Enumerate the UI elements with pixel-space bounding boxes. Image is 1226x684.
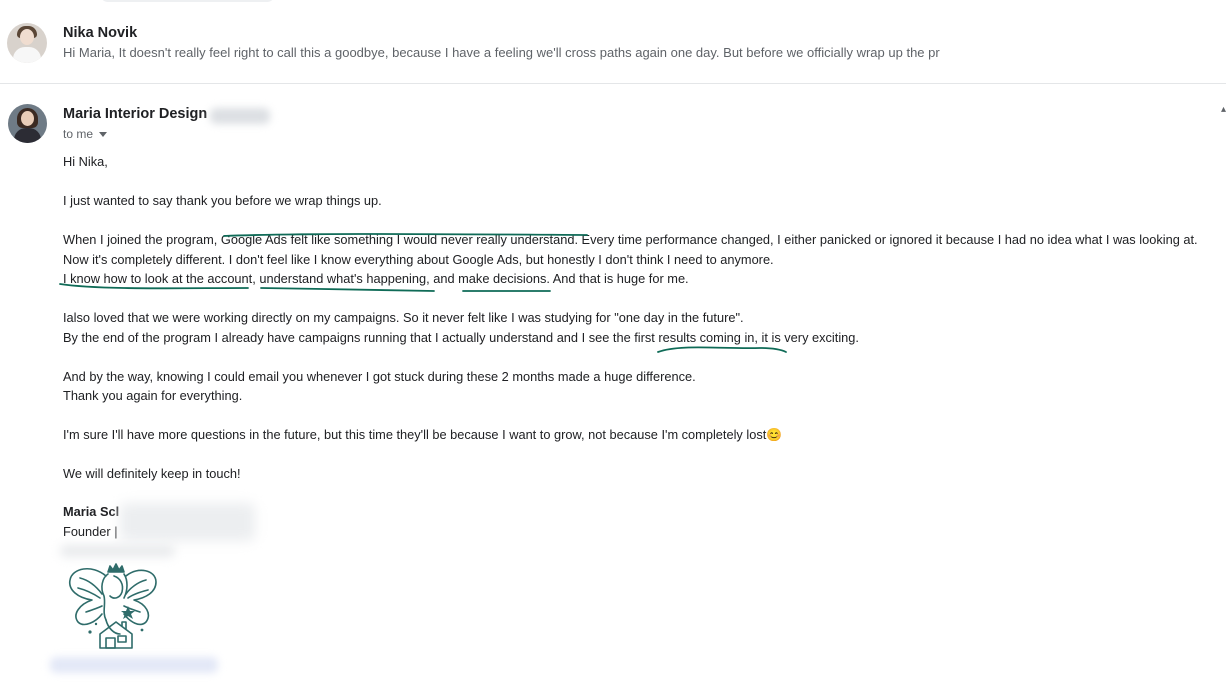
recipient-label: to me — [63, 127, 94, 141]
underline-first-results — [657, 346, 787, 353]
redacted-contact — [60, 545, 175, 557]
collapsed-snippet[interactable]: Hi Maria, It doesn't really feel right t… — [63, 45, 940, 60]
body-line: Ialso loved that we were working directl… — [63, 310, 744, 325]
body-line: I just wanted to say thank you before we… — [63, 193, 382, 208]
body-line: Thank you again for everything. — [63, 388, 243, 403]
dropdown-caret-icon[interactable] — [99, 132, 108, 138]
body-line: I'm sure I'll have more questions in the… — [63, 427, 783, 442]
avatar-maria — [8, 104, 47, 143]
body-line: When I joined the program, Google Ads fe… — [63, 232, 1198, 247]
message-divider — [0, 83, 1226, 84]
avatar-nika — [7, 23, 47, 63]
collapsed-sender-name[interactable]: Nika Novik — [63, 25, 137, 41]
body-line: Now it's completely different. I don't f… — [63, 252, 774, 267]
body-line: I know how to look at the account, under… — [63, 271, 689, 286]
edge-marker: ▴ — [1221, 104, 1226, 115]
greeting: Hi Nika, — [63, 154, 108, 169]
redacted-signature — [120, 503, 255, 541]
signature-name: Maria Scl — [63, 504, 120, 519]
signature-title: Founder | — [63, 524, 118, 539]
underline-understand — [260, 287, 435, 292]
redacted-link[interactable] — [50, 657, 218, 673]
collapsed-message[interactable]: Nika Novik Hi Maria, It doesn't really f… — [0, 0, 1226, 83]
body-line: We will definitely keep in touch! — [63, 466, 241, 481]
body-line: By the end of the program I already have… — [63, 330, 859, 345]
sender-name[interactable]: Maria Interior Design — [63, 106, 207, 122]
fairy-house-logo — [68, 563, 157, 649]
redacted-sender-email — [210, 108, 270, 124]
body-line: And by the way, knowing I could email yo… — [63, 369, 696, 384]
recipient-details-toggle[interactable]: to me — [63, 127, 108, 141]
